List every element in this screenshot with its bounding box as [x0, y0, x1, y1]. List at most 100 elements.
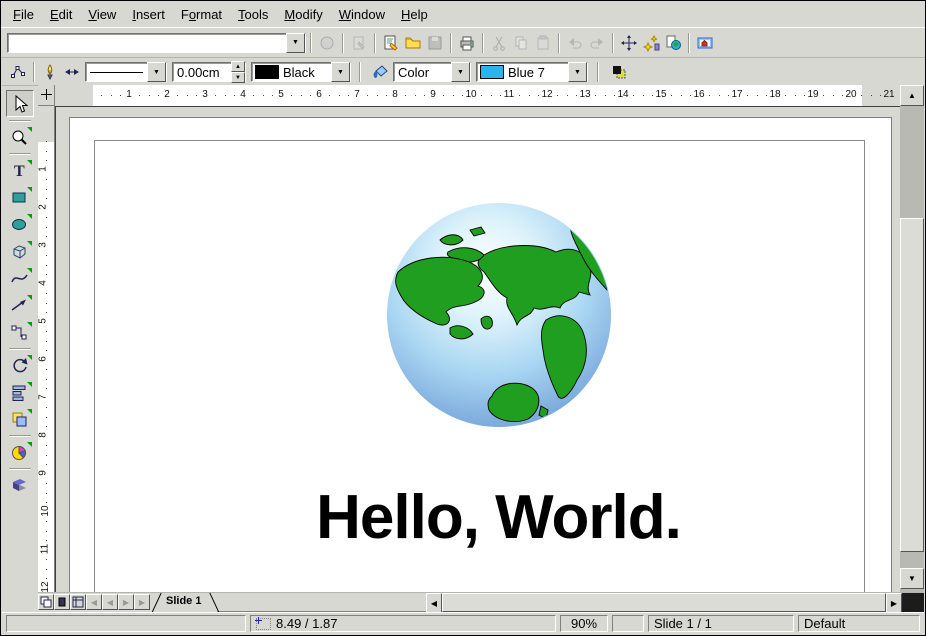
ruler-tick [491, 95, 492, 96]
menu-format[interactable]: Format [173, 4, 230, 25]
chevron-down-icon[interactable]: ▼ [568, 62, 587, 82]
fill-type-value[interactable]: Color [394, 65, 451, 80]
line-color-value[interactable]: Black [279, 65, 331, 80]
status-slide-cell[interactable]: Slide 1 / 1 [648, 615, 794, 632]
status-zoom-cell[interactable]: 90% [560, 615, 608, 632]
tool-ellipse[interactable] [7, 212, 33, 237]
tool-select[interactable] [6, 90, 34, 117]
drawing-canvas[interactable]: Hello, World. [55, 106, 900, 592]
slide-title-text[interactable]: Hello, World. [88, 482, 900, 553]
ruler-tick [871, 95, 872, 96]
shadow-icon[interactable] [608, 61, 630, 83]
tool-lines-arrows[interactable] [7, 293, 33, 318]
line-style-preview [86, 71, 147, 73]
vertical-scrollbar[interactable]: ▲ ▼ [900, 85, 924, 592]
chevron-down-icon[interactable]: ▼ [147, 62, 166, 82]
menu-view[interactable]: View [80, 4, 124, 25]
print-icon[interactable] [456, 32, 478, 54]
status-position-cell[interactable]: 8.49 / 1.87 [250, 615, 556, 632]
scrollbar-thumb[interactable] [900, 218, 924, 552]
menu-help[interactable]: Help [393, 4, 436, 25]
hyperlink-icon[interactable] [662, 32, 684, 54]
ruler-tick [842, 95, 843, 96]
stop-icon [316, 32, 338, 54]
master-mode-icon[interactable] [54, 594, 70, 610]
ruler-tick [46, 274, 47, 275]
tool-curve[interactable] [7, 266, 33, 291]
tool-effects[interactable] [7, 473, 33, 498]
pen-icon[interactable] [39, 61, 61, 83]
menu-tools[interactable]: Tools [230, 4, 276, 25]
menu-modify[interactable]: Modify [276, 4, 330, 25]
line-color-combobox[interactable]: Black ▼ [251, 62, 351, 82]
fill-can-icon[interactable] [369, 61, 391, 83]
slide-page[interactable]: Hello, World. [69, 117, 892, 592]
tool-3d-objects[interactable] [7, 239, 33, 264]
tool-zoom[interactable] [7, 125, 33, 150]
ruler-number: 2 [164, 89, 170, 100]
menu-file[interactable]: File [5, 4, 42, 25]
horizontal-scrollbar-thumb[interactable] [442, 593, 886, 612]
open-icon[interactable] [402, 32, 424, 54]
line-width-spinner[interactable]: 0.00cm ▲ ▼ [172, 62, 246, 82]
edit-points-icon[interactable] [7, 61, 29, 83]
zoom-icon[interactable] [640, 32, 662, 54]
page-style: Default [804, 616, 845, 631]
scrollbar-track[interactable] [900, 106, 924, 218]
ruler-tick [46, 217, 47, 218]
menu-insert[interactable]: Insert [124, 4, 173, 25]
line-width-value[interactable]: 0.00cm [173, 65, 231, 80]
fill-color-combobox[interactable]: Blue 7 ▼ [476, 62, 588, 82]
ruler-tick [415, 95, 416, 96]
globe-object[interactable] [384, 200, 614, 430]
menubar-items: FileEditViewInsertFormatToolsModifyWindo… [5, 4, 436, 25]
spin-up-icon[interactable]: ▲ [231, 61, 245, 72]
vertical-ruler[interactable]: 123456789101112 [38, 106, 55, 592]
scroll-right-icon[interactable]: ▶ [886, 593, 902, 613]
arrow-ends-icon[interactable] [61, 61, 83, 83]
ruler-tick [46, 521, 47, 522]
fill-type-combobox[interactable]: Color ▼ [393, 62, 471, 82]
scroll-up-icon[interactable]: ▲ [900, 85, 924, 106]
chevron-down-icon[interactable]: ▼ [331, 62, 350, 82]
menu-edit[interactable]: Edit [42, 4, 80, 25]
status-style-cell[interactable]: Default [798, 615, 920, 632]
ruler-tick [377, 95, 378, 96]
resize-corner [902, 593, 924, 612]
chevron-down-icon[interactable]: ▼ [286, 33, 305, 53]
separator [9, 153, 31, 155]
menu-window[interactable]: Window [331, 4, 393, 25]
ruler-tick [46, 341, 47, 342]
tool-arrange[interactable] [7, 407, 33, 432]
gallery-icon[interactable] [694, 32, 716, 54]
ruler-tick [709, 95, 710, 96]
layer-mode-icon[interactable] [70, 594, 86, 610]
spinner-buttons[interactable]: ▲ ▼ [231, 61, 245, 83]
url-combobox[interactable]: ▼ [7, 33, 306, 53]
new-doc-icon[interactable] [380, 32, 402, 54]
ruler-tick [46, 198, 47, 199]
scroll-down-icon[interactable]: ▼ [900, 568, 924, 589]
tab-slide-1[interactable]: Slide 1 [154, 593, 217, 612]
horizontal-ruler[interactable]: 123456789101112131415161718192021 [55, 85, 900, 107]
tool-rectangle[interactable] [7, 185, 33, 210]
fill-color-value[interactable]: Blue 7 [504, 65, 568, 80]
ruler-tick [46, 293, 47, 294]
line-style-combobox[interactable]: ▼ [85, 62, 167, 82]
tool-alignment[interactable] [7, 380, 33, 405]
ruler-tick [690, 95, 691, 96]
page-mode-icon[interactable] [38, 594, 54, 610]
navigator-icon[interactable] [618, 32, 640, 54]
chevron-down-icon[interactable]: ▼ [451, 62, 470, 82]
scrollbar-track[interactable] [900, 552, 924, 568]
tool-text[interactable]: T [7, 158, 33, 183]
tool-connector[interactable] [7, 320, 33, 345]
spin-down-icon[interactable]: ▼ [231, 72, 245, 83]
ruler-tick [567, 95, 568, 96]
ruler-tick [671, 95, 672, 96]
tool-insert[interactable] [7, 440, 33, 465]
scroll-left-icon[interactable]: ◀ [426, 593, 442, 613]
ruler-tick [111, 95, 112, 96]
ruler-number: 6 [316, 89, 322, 100]
tool-rotate[interactable] [7, 353, 33, 378]
